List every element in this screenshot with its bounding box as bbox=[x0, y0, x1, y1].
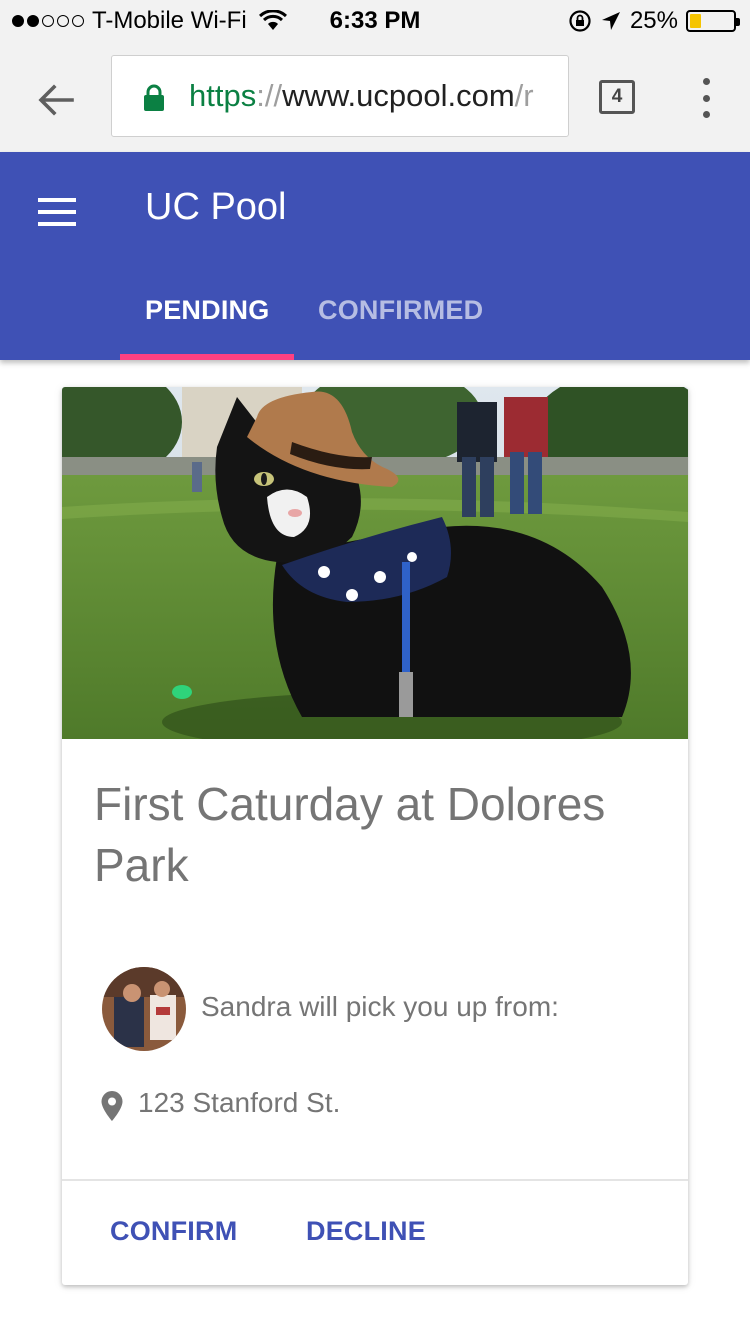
pickup-text: Sandra will pick you up from: bbox=[201, 991, 559, 1022]
driver-photo bbox=[102, 967, 186, 1051]
lock-icon bbox=[144, 84, 164, 111]
event-photo bbox=[62, 387, 688, 739]
address-bar[interactable]: https://www.ucpool.com/r bbox=[111, 55, 569, 137]
confirm-button[interactable]: CONFIRM bbox=[110, 1216, 237, 1247]
url-scheme: https bbox=[189, 78, 257, 113]
tab-confirmed[interactable]: CONFIRMED bbox=[318, 295, 483, 326]
ride-card: First Caturday at Dolores Park Sandra wi… bbox=[62, 387, 688, 1285]
tab-pending[interactable]: PENDING bbox=[145, 295, 269, 326]
url-separator: :// bbox=[256, 78, 283, 113]
url-text: https://www.ucpool.com/r bbox=[189, 78, 534, 114]
back-button[interactable] bbox=[30, 74, 82, 126]
place-icon bbox=[101, 1091, 123, 1121]
more-vert-icon[interactable] bbox=[695, 78, 717, 118]
battery-icon bbox=[686, 10, 740, 32]
active-tab-indicator bbox=[120, 354, 294, 360]
location-arrow-icon bbox=[601, 12, 620, 30]
url-path: /r bbox=[514, 78, 534, 113]
pickup-address: 123 Stanford St. bbox=[138, 1087, 341, 1118]
app-title: UC Pool bbox=[145, 186, 287, 228]
battery-fill bbox=[690, 14, 701, 28]
rotation-lock-icon bbox=[569, 10, 591, 32]
avatar bbox=[102, 967, 186, 1051]
hamburger-icon[interactable] bbox=[38, 198, 76, 226]
url-host: www.ucpool.com bbox=[282, 78, 515, 113]
battery-percent: 25% bbox=[629, 7, 678, 34]
app-bar: UC Pool PENDING CONFIRMED bbox=[0, 152, 750, 360]
browser-toolbar: https://www.ucpool.com/r 4 bbox=[0, 40, 750, 152]
event-title: First Caturday at Dolores Park bbox=[94, 778, 606, 891]
arrow-left-icon bbox=[38, 84, 74, 116]
decline-button[interactable]: DECLINE bbox=[306, 1216, 426, 1247]
status-right: 25% bbox=[568, 7, 740, 35]
status-bar: T-Mobile Wi-Fi 6:33 PM 25% bbox=[0, 0, 750, 40]
card-divider bbox=[62, 1179, 688, 1181]
tab-switcher-button[interactable]: 4 bbox=[599, 80, 635, 114]
